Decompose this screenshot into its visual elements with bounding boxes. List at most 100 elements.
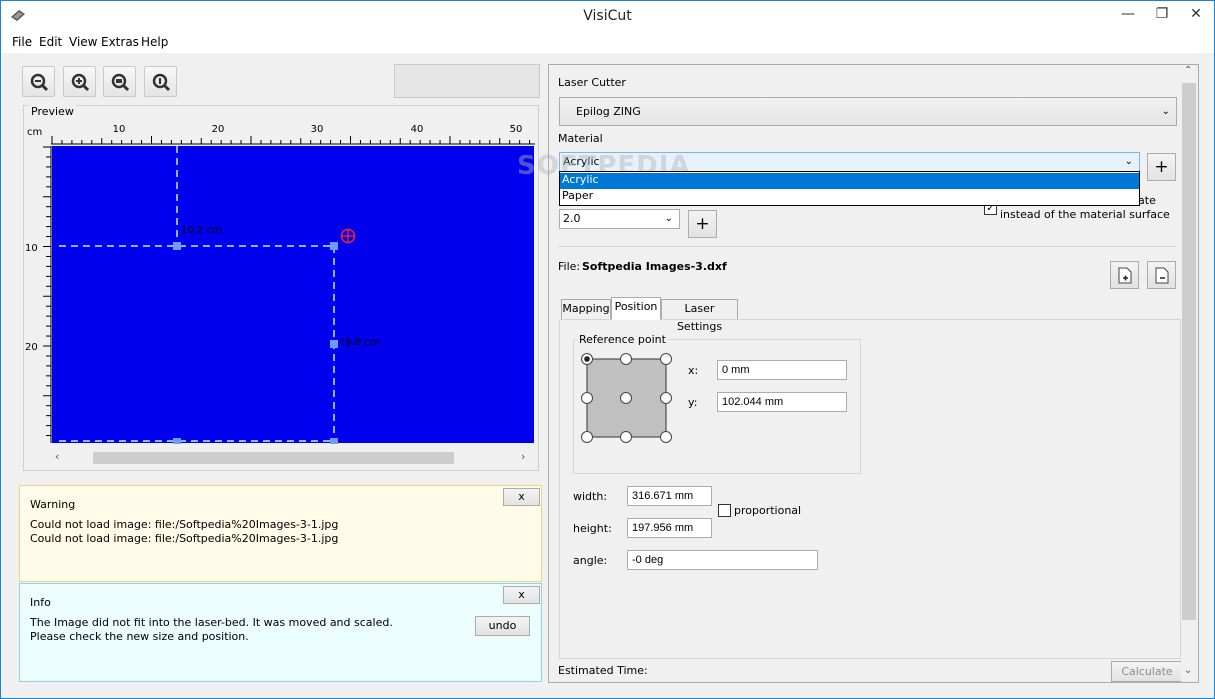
material-dropdown-list: Acrylic Paper bbox=[559, 171, 1140, 206]
remove-file-button[interactable] bbox=[1147, 261, 1176, 289]
laser-bed[interactable] bbox=[52, 146, 534, 443]
scroll-thumb[interactable] bbox=[1182, 83, 1196, 620]
zoom-fit-button[interactable] bbox=[103, 66, 136, 97]
width-dimension-label: 10,2 cm bbox=[181, 225, 222, 236]
material-option[interactable]: Paper bbox=[560, 189, 1139, 205]
vertical-ruler: 10 20 bbox=[25, 146, 52, 443]
add-thickness-button[interactable]: + bbox=[688, 210, 717, 238]
scroll-up-icon[interactable]: ⌃ bbox=[1184, 65, 1192, 76]
resize-handle[interactable] bbox=[173, 242, 181, 250]
preview-horizontal-scrollbar[interactable]: ‹ › bbox=[51, 449, 533, 467]
ref-point-bottom[interactable] bbox=[620, 431, 632, 443]
chevron-down-icon: ⌄ bbox=[1161, 106, 1170, 117]
ref-point-selected-dot bbox=[584, 356, 590, 362]
warning-title: Warning bbox=[30, 498, 76, 511]
ref-point-center[interactable] bbox=[620, 392, 632, 404]
resize-handle[interactable] bbox=[330, 242, 338, 250]
ref-point-bottom-right[interactable] bbox=[660, 431, 672, 443]
h-tick-label: 20 bbox=[212, 124, 225, 135]
menu-edit[interactable]: Edit bbox=[39, 35, 62, 49]
height-dimension-label: 19,8 cm bbox=[339, 337, 380, 348]
info-line: The Image did not fit into the laser-bed… bbox=[30, 616, 393, 629]
angle-label: angle: bbox=[573, 554, 608, 567]
reference-point-label: Reference point bbox=[577, 333, 668, 346]
settings-vertical-scrollbar[interactable]: ⌃ ⌄ bbox=[1181, 65, 1198, 682]
horizontal-ruler: 10 20 30 40 50 bbox=[51, 124, 535, 145]
h-tick-label: 30 bbox=[311, 124, 324, 135]
laser-cutter-select[interactable]: Epilog ZING ⌄ bbox=[559, 97, 1177, 126]
y-input[interactable] bbox=[717, 392, 847, 412]
zoom-in-button[interactable] bbox=[63, 66, 96, 97]
info-line: Please check the new size and position. bbox=[30, 630, 249, 643]
laser-cutter-value: Epilog ZING bbox=[576, 105, 641, 118]
chevron-down-icon: ⌄ bbox=[1124, 156, 1133, 167]
crosshair-icon[interactable] bbox=[340, 228, 356, 244]
menu-help[interactable]: Help bbox=[141, 35, 168, 49]
h-tick-label: 50 bbox=[510, 124, 523, 135]
ref-point-top-right[interactable] bbox=[660, 353, 672, 365]
focus-note: instead of the material surface bbox=[1000, 208, 1170, 221]
reference-point-selector[interactable] bbox=[579, 351, 675, 447]
chevron-down-icon: ⌄ bbox=[664, 213, 673, 224]
undo-button[interactable]: undo bbox=[475, 616, 530, 636]
zoom-1to1-button[interactable] bbox=[144, 66, 177, 97]
menu-file[interactable]: File bbox=[12, 35, 32, 49]
x-input[interactable] bbox=[717, 360, 847, 380]
x-label: x: bbox=[688, 364, 699, 377]
info-title: Info bbox=[30, 596, 51, 609]
ref-point-right[interactable] bbox=[660, 392, 672, 404]
tab-mapping[interactable]: Mapping bbox=[561, 299, 611, 319]
material-label: Material bbox=[558, 132, 603, 145]
scroll-right-icon[interactable]: › bbox=[521, 450, 525, 463]
tab-laser-settings[interactable]: Laser Settings bbox=[661, 299, 738, 333]
laser-cutter-label: Laser Cutter bbox=[558, 76, 626, 89]
scroll-down-icon[interactable]: ⌄ bbox=[1184, 665, 1192, 676]
preview-label: Preview bbox=[29, 105, 76, 118]
close-button[interactable]: ✕ bbox=[1179, 1, 1213, 29]
calculate-button[interactable]: Calculate bbox=[1111, 661, 1183, 682]
height-label: height: bbox=[573, 522, 612, 535]
height-input[interactable] bbox=[627, 518, 712, 538]
zoom-out-button[interactable] bbox=[22, 66, 55, 97]
resize-handle[interactable] bbox=[330, 340, 338, 348]
file-label: File: bbox=[558, 260, 581, 273]
warning-close-button[interactable]: x bbox=[503, 488, 540, 506]
resize-handle[interactable] bbox=[173, 438, 181, 444]
proportional-checkbox[interactable] bbox=[718, 504, 731, 517]
ref-point-top[interactable] bbox=[620, 353, 632, 365]
zoom-fit-icon bbox=[111, 73, 130, 92]
divider bbox=[558, 246, 1176, 247]
info-close-button[interactable]: x bbox=[503, 586, 540, 604]
restore-button[interactable]: ❐ bbox=[1145, 1, 1179, 29]
material-option[interactable]: Acrylic bbox=[560, 173, 1139, 189]
v-tick-label: 20 bbox=[25, 342, 38, 353]
ref-point-left[interactable] bbox=[581, 392, 593, 404]
minimize-button[interactable]: — bbox=[1111, 1, 1145, 29]
tab-position[interactable]: Position bbox=[611, 297, 661, 320]
add-file-icon bbox=[1118, 267, 1131, 284]
estimated-time-label: Estimated Time: bbox=[558, 664, 648, 677]
menu-extras[interactable]: Extras bbox=[101, 35, 139, 49]
h-tick-label: 40 bbox=[411, 124, 424, 135]
proportional-label: proportional bbox=[734, 504, 802, 517]
ref-point-bottom-left[interactable] bbox=[581, 431, 593, 443]
thickness-select[interactable]: 2.0 ⌄ bbox=[559, 209, 680, 229]
toolbar-placeholder bbox=[394, 64, 540, 98]
scroll-thumb[interactable] bbox=[93, 452, 454, 464]
add-file-button[interactable] bbox=[1110, 261, 1139, 289]
remove-file-icon bbox=[1155, 267, 1168, 284]
v-tick-label: 10 bbox=[25, 243, 38, 254]
thickness-value: 2.0 bbox=[563, 212, 581, 225]
warning-line: Could not load image: file:/Softpedia%20… bbox=[30, 532, 339, 545]
angle-input[interactable] bbox=[627, 550, 818, 570]
zoom-1to1-icon bbox=[152, 73, 171, 92]
preview-canvas[interactable]: 10 20 30 40 50 10 20 10,2 cm 19,8 cm bbox=[23, 119, 539, 449]
warning-panel: Warning x Could not load image: file:/So… bbox=[19, 485, 542, 582]
menu-view[interactable]: View bbox=[69, 35, 97, 49]
add-material-button[interactable]: + bbox=[1147, 153, 1176, 181]
scroll-left-icon[interactable]: ‹ bbox=[55, 450, 59, 463]
y-label: y: bbox=[688, 396, 698, 409]
resize-handle[interactable] bbox=[330, 438, 338, 444]
width-input[interactable] bbox=[627, 486, 712, 506]
file-name: Softpedia Images-3.dxf bbox=[582, 260, 727, 273]
